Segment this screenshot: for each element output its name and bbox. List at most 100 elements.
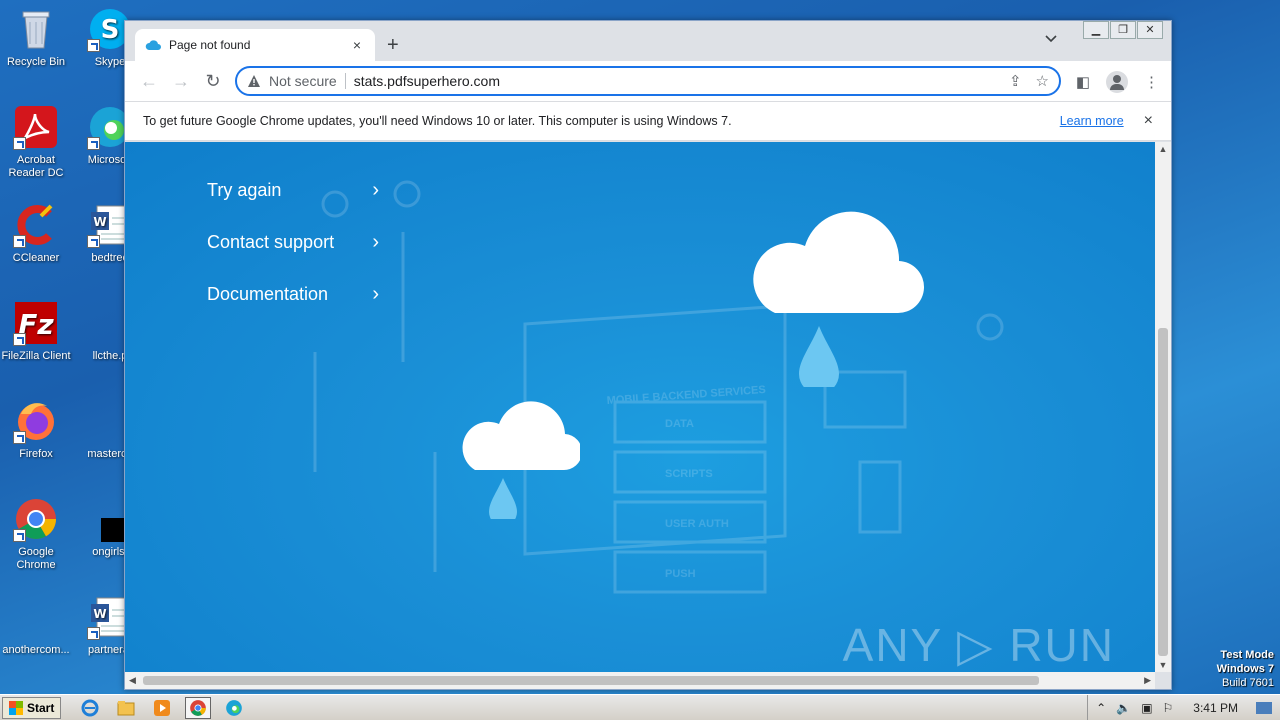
documentation-link[interactable]: Documentation ›: [207, 268, 379, 320]
desktop-icon-recycle-bin[interactable]: Recycle Bin: [0, 6, 72, 69]
test-mode-label: Test Mode: [1220, 649, 1274, 661]
restore-button[interactable]: ❐: [1110, 21, 1136, 39]
tab-close-icon[interactable]: ×: [349, 37, 365, 53]
tab-strip: Page not found × + ▁ ❐ ✕: [125, 21, 1171, 61]
new-tab-button[interactable]: +: [387, 35, 399, 55]
horizontal-scrollbar[interactable]: ◀ ▶: [125, 672, 1155, 689]
volume-icon[interactable]: 🔈: [1116, 701, 1131, 715]
os-label: Windows 7: [1216, 663, 1274, 675]
security-chip[interactable]: Not secure: [269, 73, 346, 89]
ccleaner-icon: [13, 202, 59, 248]
desktop-icon-anothercom[interactable]: anothercom...: [0, 594, 72, 657]
menu-item-label: Try again: [207, 179, 282, 200]
taskbar-edge-icon[interactable]: [221, 697, 247, 719]
minimize-button[interactable]: ▁: [1083, 21, 1109, 39]
start-button[interactable]: Start: [2, 696, 62, 719]
url-text[interactable]: stats.pdfsuperhero.com: [354, 73, 1009, 89]
shortcut-arrow-icon: [87, 39, 100, 52]
scroll-left-icon[interactable]: ◀: [129, 675, 136, 686]
window-controls: ▁ ❐ ✕: [1082, 21, 1163, 39]
chrome-window: Page not found × + ▁ ❐ ✕ ← → ↻ Not secur…: [124, 20, 1172, 690]
shortcut-arrow-icon: [87, 627, 100, 640]
anyrun-watermark: ANY ▷ RUN: [842, 619, 1115, 671]
bg-heading: MOBILE BACKEND SERVICES: [606, 384, 766, 407]
menu-item-label: Contact support: [207, 231, 335, 252]
desktop-icon-filezilla[interactable]: Fz FileZilla Client: [0, 300, 72, 363]
small-cloud-rain-icon: [462, 401, 580, 519]
large-cloud-rain-icon: [753, 211, 925, 387]
taskbar: Start ⌃ 🔈 ▣ ⚐ 3:41 PM: [0, 694, 1280, 720]
shortcut-arrow-icon: [87, 235, 100, 248]
infobar-message: To get future Google Chrome updates, you…: [143, 114, 732, 128]
test-mode-watermark: Test Mode Windows 7 Build 7601: [1217, 648, 1274, 690]
scroll-up-icon[interactable]: ▲: [1155, 144, 1171, 154]
bg-row-label: SCRIPTS: [665, 468, 713, 480]
shortcut-arrow-icon: [13, 137, 26, 150]
clock[interactable]: 3:41 PM: [1193, 701, 1238, 715]
build-label: Build 7601: [1222, 677, 1274, 689]
page-content: MOBILE BACKEND SERVICES DATA SCRIPTS USE…: [125, 142, 1155, 672]
side-panel-icon[interactable]: ◧: [1076, 73, 1090, 91]
profile-avatar-icon[interactable]: [1106, 71, 1128, 93]
svg-text:S: S: [101, 15, 120, 45]
more-menu-icon[interactable]: ⋮: [1144, 73, 1159, 91]
bg-row-label: DATA: [665, 418, 694, 430]
shortcut-arrow-icon: [13, 333, 26, 346]
warning-triangle-icon[interactable]: [247, 74, 261, 88]
filezilla-icon: Fz: [13, 300, 59, 346]
update-infobar: To get future Google Chrome updates, you…: [125, 101, 1171, 141]
desktop-icon-ccleaner[interactable]: CCleaner: [0, 202, 72, 265]
address-bar[interactable]: Not secure stats.pdfsuperhero.com ⇪ ☆: [235, 66, 1061, 96]
vertical-scroll-thumb[interactable]: [1158, 328, 1168, 656]
taskbar-ie-icon[interactable]: [77, 697, 103, 719]
shortcut-arrow-icon: [13, 431, 26, 444]
tab-page-not-found[interactable]: Page not found ×: [135, 29, 375, 61]
tab-title: Page not found: [169, 38, 251, 52]
shortcut-arrow-icon: [13, 529, 26, 542]
show-desktop-icon[interactable]: [1256, 702, 1272, 714]
taskbar-chrome-icon[interactable]: [185, 696, 212, 719]
reload-button-icon[interactable]: ↻: [203, 71, 223, 91]
learn-more-link[interactable]: Learn more: [1060, 114, 1124, 128]
scroll-right-icon[interactable]: ▶: [1144, 675, 1151, 686]
error-menu: Try again › Contact support › Documentat…: [207, 164, 379, 320]
action-center-flag-icon[interactable]: ⚐: [1163, 701, 1174, 715]
desktop-icon-chrome[interactable]: Google Chrome: [0, 496, 72, 572]
desktop-icon-firefox[interactable]: Firefox: [0, 398, 72, 461]
svg-text:W: W: [93, 215, 106, 229]
chevron-right-icon: ›: [372, 282, 379, 305]
vertical-scrollbar[interactable]: ▲ ▼: [1155, 142, 1171, 672]
scroll-down-icon[interactable]: ▼: [1155, 660, 1171, 670]
browser-toolbar: ← → ↻ Not secure stats.pdfsuperhero.com …: [125, 61, 1171, 101]
menu-item-label: Documentation: [207, 283, 329, 304]
desktop-icon-label: Firefox: [19, 448, 53, 460]
close-window-button[interactable]: ✕: [1137, 21, 1163, 39]
chevron-right-icon: ›: [372, 230, 379, 253]
desktop-icon-label: Acrobat Reader DC: [8, 154, 64, 179]
desktop-icon-label: Google Chrome: [16, 546, 56, 571]
taskbar-explorer-icon[interactable]: [113, 697, 139, 719]
blank-file-icon: [13, 594, 59, 640]
tab-search-chevron-icon[interactable]: [1045, 35, 1057, 43]
forward-button-icon[interactable]: →: [171, 71, 191, 91]
chevron-right-icon: ›: [372, 178, 379, 201]
cloud-favicon-icon: [145, 40, 161, 50]
system-tray: ⌃ 🔈 ▣ ⚐ 3:41 PM: [1087, 695, 1280, 720]
horizontal-scroll-thumb[interactable]: [143, 676, 1039, 685]
firefox-icon: [13, 398, 59, 444]
taskbar-media-player-icon[interactable]: [149, 697, 175, 719]
chrome-icon: [13, 496, 59, 542]
bookmark-star-icon[interactable]: ☆: [1036, 72, 1049, 90]
contact-support-link[interactable]: Contact support ›: [207, 216, 379, 268]
try-again-link[interactable]: Try again ›: [207, 164, 379, 216]
acrobat-icon: [13, 104, 59, 150]
desktop-icon-acrobat[interactable]: Acrobat Reader DC: [0, 104, 72, 180]
infobar-close-icon[interactable]: ×: [1144, 112, 1153, 130]
tray-expand-icon[interactable]: ⌃: [1096, 701, 1106, 715]
network-icon[interactable]: ▣: [1141, 701, 1152, 715]
desktop-icon-label: anothercom...: [2, 644, 70, 656]
back-button-icon[interactable]: ←: [139, 71, 159, 91]
shortcut-arrow-icon: [13, 235, 26, 248]
recycle-bin-icon: [13, 6, 59, 52]
share-icon[interactable]: ⇪: [1009, 72, 1022, 90]
